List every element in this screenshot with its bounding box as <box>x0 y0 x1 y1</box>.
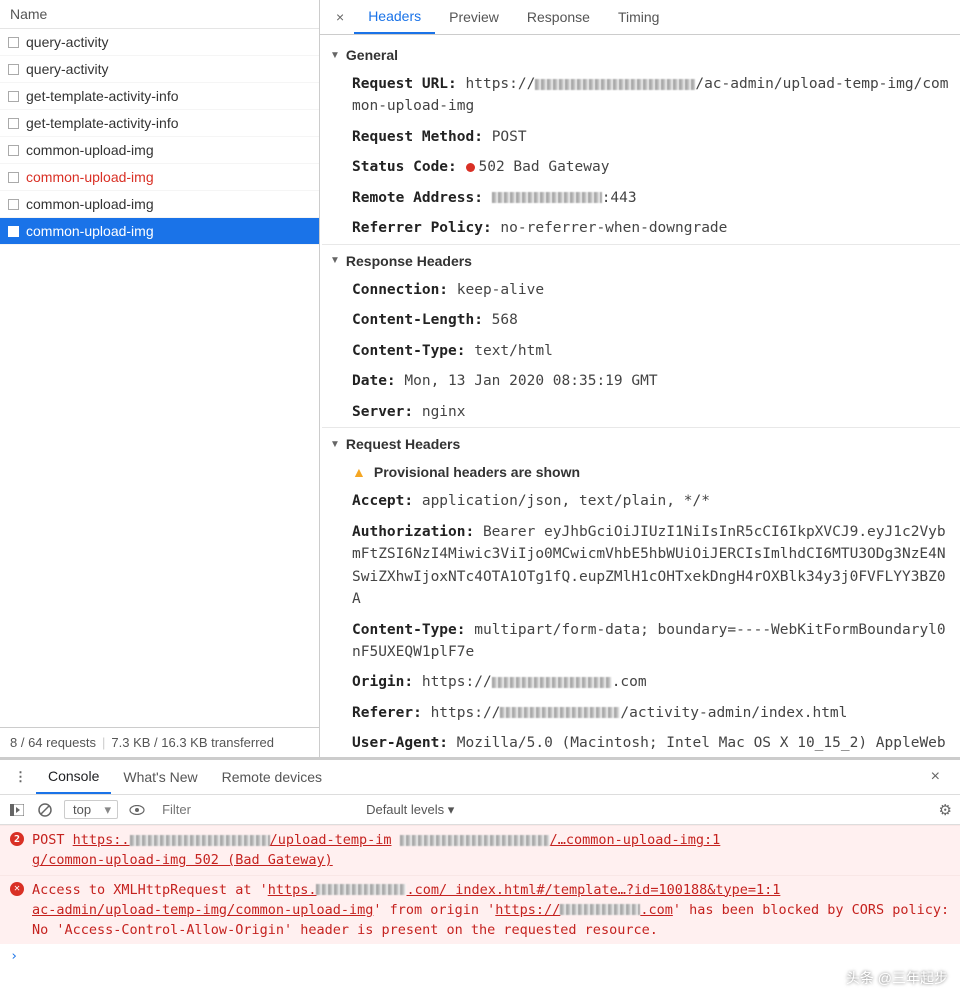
network-request-list: Name query-activity query-activity get-tem… <box>0 0 320 757</box>
tab-response[interactable]: Response <box>513 1 604 33</box>
provisional-headers-warning: ▲Provisional headers are shown <box>328 458 954 486</box>
tab-console[interactable]: Console <box>36 760 111 794</box>
file-icon <box>8 37 19 48</box>
section-request-headers[interactable]: ▼Request Headers <box>328 428 954 458</box>
response-header: Date: Mon, 13 Jan 2020 08:35:19 GMT <box>328 366 954 396</box>
header-origin: Origin: https://.com <box>328 667 954 697</box>
toggle-sidebar-icon[interactable] <box>8 802 26 818</box>
console-settings-icon[interactable]: ⚙ <box>939 801 952 819</box>
status-error-icon <box>466 163 475 172</box>
console-error-message[interactable]: ✕ Access to XMLHttpRequest at 'https..co… <box>0 875 960 945</box>
referrer-policy: Referrer Policy: no-referrer-when-downgr… <box>328 213 954 243</box>
request-row[interactable]: get-template-activity-info <box>0 83 319 110</box>
file-icon <box>8 226 19 237</box>
response-header: Server: nginx <box>328 397 954 427</box>
header-accept: Accept: application/json, text/plain, */… <box>328 486 954 516</box>
request-row[interactable]: common-upload-img <box>0 137 319 164</box>
file-icon <box>8 91 19 102</box>
console-error-message[interactable]: 2 POST https:./upload-temp-im /…common-u… <box>0 825 960 875</box>
header-content-type: Content-Type: multipart/form-data; bound… <box>328 615 954 668</box>
error-icon: ✕ <box>10 882 24 896</box>
request-url: Request URL: https:///ac-admin/upload-te… <box>328 69 954 122</box>
tab-headers[interactable]: Headers <box>354 0 435 34</box>
request-name: common-upload-img <box>26 196 154 212</box>
request-row[interactable]: query-activity <box>0 56 319 83</box>
response-header: Connection: keep-alive <box>328 275 954 305</box>
file-icon <box>8 172 19 183</box>
request-detail-panel: × Headers Preview Response Timing ▼Gener… <box>320 0 960 757</box>
file-icon <box>8 199 19 210</box>
transfer-size: 7.3 KB / 16.3 KB transferred <box>111 735 274 750</box>
warning-icon: ▲ <box>352 464 366 480</box>
section-response-headers[interactable]: ▼Response Headers <box>328 245 954 275</box>
request-name: get-template-activity-info <box>26 115 179 131</box>
file-icon <box>8 118 19 129</box>
close-icon[interactable]: × <box>326 9 354 25</box>
error-badge-icon: 2 <box>10 832 24 846</box>
remote-address: Remote Address: :443 <box>328 183 954 213</box>
section-general[interactable]: ▼General <box>328 39 954 69</box>
request-row[interactable]: query-activity <box>0 29 319 56</box>
execution-context-select[interactable]: top <box>64 800 118 819</box>
request-row[interactable]: common-upload-img <box>0 218 319 245</box>
request-name: common-upload-img <box>26 142 154 158</box>
request-name: query-activity <box>26 61 108 77</box>
request-row[interactable]: get-template-activity-info <box>0 110 319 137</box>
tab-timing[interactable]: Timing <box>604 1 674 33</box>
console-prompt[interactable]: › <box>0 944 960 968</box>
header-user-agent: User-Agent: Mozilla/5.0 (Macintosh; Inte… <box>328 728 954 757</box>
request-name: get-template-activity-info <box>26 88 179 104</box>
request-name: query-activity <box>26 34 108 50</box>
response-header: Content-Type: text/html <box>328 336 954 366</box>
header-referer: Referer: https:///activity-admin/index.h… <box>328 698 954 728</box>
log-levels-select[interactable]: Default levels ▾ <box>366 802 454 818</box>
header-authorization: Authorization: Bearer eyJhbGciOiJIUzI1Ni… <box>328 517 954 615</box>
network-status-bar: 8 / 64 requests | 7.3 KB / 16.3 KB trans… <box>0 727 319 757</box>
file-icon <box>8 145 19 156</box>
tab-whats-new[interactable]: What's New <box>111 761 209 793</box>
request-row[interactable]: common-upload-img <box>0 164 319 191</box>
request-name: common-upload-img <box>26 169 154 185</box>
response-header: Content-Length: 568 <box>328 305 954 335</box>
tab-preview[interactable]: Preview <box>435 1 513 33</box>
clear-console-icon[interactable] <box>36 802 54 818</box>
request-name: common-upload-img <box>26 223 154 239</box>
requests-count: 8 / 64 requests <box>10 735 96 750</box>
live-expression-icon[interactable] <box>128 802 146 818</box>
detail-tabs: × Headers Preview Response Timing <box>320 0 960 35</box>
tab-remote-devices[interactable]: Remote devices <box>210 761 334 793</box>
status-code: Status Code: 502 Bad Gateway <box>328 152 954 182</box>
request-method: Request Method: POST <box>328 122 954 152</box>
file-icon <box>8 64 19 75</box>
console-filter-input[interactable] <box>156 800 356 819</box>
column-header-name[interactable]: Name <box>0 0 319 29</box>
console-drawer: ⋮ Console What's New Remote devices × to… <box>0 758 960 1006</box>
request-list[interactable]: query-activity query-activity get-template… <box>0 29 319 727</box>
drawer-menu-icon[interactable]: ⋮ <box>6 769 36 785</box>
request-row[interactable]: common-upload-img <box>0 191 319 218</box>
close-drawer-icon[interactable]: × <box>917 768 954 786</box>
